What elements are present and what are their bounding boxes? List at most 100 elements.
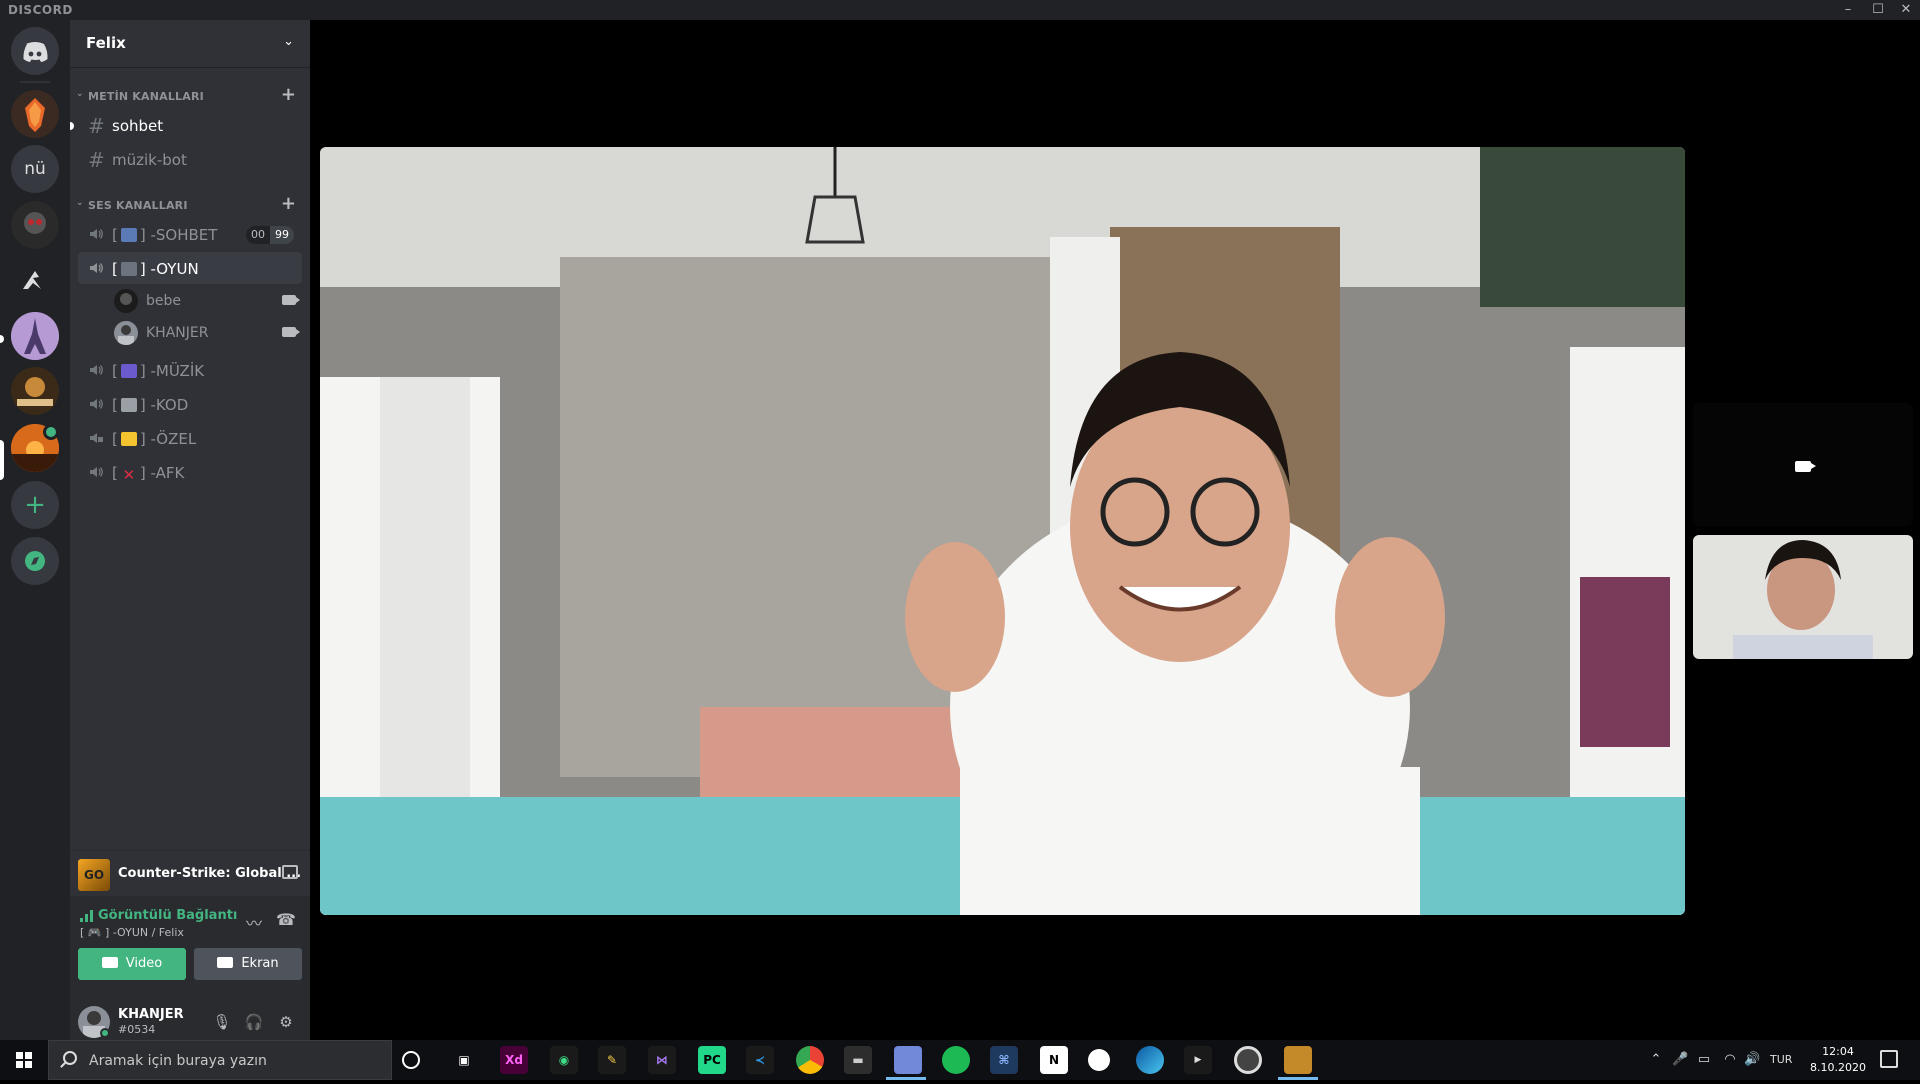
prime-video-icon[interactable]: ▶ <box>1184 1046 1212 1074</box>
voice-channel-oyun[interactable]: [] -OYUN <box>78 252 302 284</box>
maximize-button[interactable]: ☐ <box>1864 0 1892 20</box>
adobe-xd-icon[interactable]: Xd <box>500 1046 528 1074</box>
channel-muzik-bot[interactable]: # müzik-bot <box>78 143 302 175</box>
explore-button[interactable] <box>11 537 59 585</box>
speaker-icon <box>90 229 103 239</box>
pycharm-icon[interactable]: PC <box>698 1046 726 1074</box>
chevron-up-icon[interactable]: ⌃ <box>1648 1052 1664 1068</box>
category-label: SES KANALLARI <box>88 199 188 212</box>
notion-icon[interactable]: N <box>1040 1046 1068 1074</box>
unread-indicator <box>0 335 4 343</box>
create-channel-icon[interactable]: + <box>281 193 296 214</box>
video-tile-camera-off[interactable] <box>1693 403 1913 526</box>
chrome-icon[interactable] <box>796 1046 824 1074</box>
csgo-taskbar-icon[interactable] <box>1284 1046 1312 1074</box>
taskbar-search[interactable]: Aramak için buraya yazın <box>48 1040 392 1080</box>
user-limit-badge: 00 99 <box>246 226 294 244</box>
video-button[interactable]: Video <box>78 948 186 980</box>
mongodb-compass-icon[interactable] <box>1088 1049 1110 1071</box>
channel-sohbet[interactable]: # sohbet <box>78 109 302 141</box>
server-icon-paris[interactable] <box>11 312 59 360</box>
minimize-button[interactable]: – <box>1834 0 1862 20</box>
gitkraken-icon[interactable]: ◉ <box>550 1046 578 1074</box>
home-button[interactable] <box>11 27 59 75</box>
voice-user-bebe[interactable]: bebe <box>110 286 302 314</box>
disconnect-icon[interactable]: ☎ <box>276 910 296 929</box>
language-indicator[interactable]: TUR <box>1770 1053 1792 1066</box>
server-icon-legends[interactable] <box>11 367 59 415</box>
task-view-icon[interactable]: ▣ <box>450 1046 478 1074</box>
connection-status[interactable]: Görüntülü Bağlantı Ku <box>98 908 238 923</box>
chevron-down-icon: ⌄ <box>283 34 294 49</box>
visual-studio-icon[interactable]: ⋈ <box>648 1046 676 1074</box>
screen-share-icon <box>217 957 234 968</box>
channel-name: [] -OYUN <box>112 260 199 278</box>
start-button[interactable] <box>0 1040 48 1080</box>
channel-name: sohbet <box>112 117 164 135</box>
server-icon-nu[interactable]: nü <box>11 145 59 193</box>
add-server-button[interactable]: + <box>11 481 59 529</box>
channel-name: [] -ÖZEL <box>112 430 197 448</box>
speaker-icon <box>90 263 103 273</box>
voice-channel-sohbet[interactable]: [] -SOHBET 00 99 <box>78 218 302 250</box>
terminal-icon[interactable]: ▬ <box>844 1046 872 1074</box>
search-placeholder: Aramak için buraya yazın <box>89 1053 267 1069</box>
legends-logo-icon <box>11 367 59 415</box>
voice-user-khanjer[interactable]: KHANJER <box>110 318 302 346</box>
cortana-icon[interactable] <box>402 1051 420 1069</box>
server-rail: nü + <box>0 20 70 1040</box>
username[interactable]: KHANJER <box>118 1007 184 1022</box>
obs-icon[interactable] <box>1234 1046 1262 1074</box>
avatar <box>114 289 138 313</box>
volume-icon[interactable]: 🔊 <box>1744 1052 1760 1068</box>
headphones-icon[interactable]: 🎧 <box>244 1012 264 1032</box>
microphone-icon[interactable]: 🎤 <box>1672 1052 1688 1068</box>
android-studio-icon[interactable]: ✎ <box>598 1046 626 1074</box>
voice-channel-afk[interactable]: [✕] -AFK <box>78 456 302 488</box>
microphone-icon[interactable]: 🎙 <box>212 1012 232 1032</box>
close-button[interactable]: ✕ <box>1892 0 1920 20</box>
hops-icon <box>25 98 45 132</box>
compass-icon <box>25 551 45 571</box>
vscode-icon[interactable]: ≺ <box>746 1046 774 1074</box>
speaker-icon <box>90 365 103 375</box>
voice-channel-ozel[interactable]: [] -ÖZEL <box>78 422 302 454</box>
spotify-icon[interactable] <box>942 1046 970 1074</box>
screen-share-icon[interactable] <box>282 865 298 879</box>
gear-icon[interactable]: ⚙ <box>276 1012 296 1032</box>
lock-emoji-icon <box>120 432 137 446</box>
video-live-badge <box>43 424 59 440</box>
activity-panel[interactable]: GO Counter-Strike: Global ... <box>70 850 310 894</box>
edge-icon[interactable] <box>1136 1046 1164 1074</box>
channel-name: [✕] -AFK <box>112 464 185 484</box>
csgo-game-icon: GO <box>78 859 110 891</box>
voice-channel-muzik[interactable]: [] -MÜZİK <box>78 354 302 386</box>
text-category[interactable]: ⌄ METİN KANALLARI + <box>76 84 304 106</box>
self-video-tile[interactable] <box>1693 535 1913 659</box>
server-icon-hops[interactable] <box>11 90 59 138</box>
voice-category[interactable]: ⌄ SES KANALLARI + <box>76 193 304 215</box>
discord-logo-icon <box>23 42 48 62</box>
game-name: Counter-Strike: Global ... <box>118 866 302 881</box>
video-call-area <box>310 20 1920 1040</box>
discord-taskbar-icon[interactable] <box>894 1046 922 1074</box>
voice-channel-kod[interactable]: [] -KOD <box>78 388 302 420</box>
connection-channel[interactable]: [ 🎮 ] -OYUN / Felix <box>80 926 184 939</box>
avatar <box>114 321 138 345</box>
battery-icon[interactable]: ▭ <box>1696 1052 1712 1068</box>
screen-button-label: Ekran <box>241 956 279 971</box>
wifi-icon[interactable]: ◠ <box>1722 1052 1738 1068</box>
notification-center-icon[interactable] <box>1880 1050 1898 1068</box>
guild-header[interactable]: Felix ⌄ <box>70 20 310 68</box>
eiffel-tower-icon <box>11 312 59 360</box>
create-channel-icon[interactable]: + <box>281 84 296 105</box>
screen-button[interactable]: Ekran <box>194 948 302 980</box>
video-button-label: Video <box>125 956 163 971</box>
server-icon-dark[interactable] <box>11 201 59 249</box>
guild-name: Felix <box>86 34 126 52</box>
main-video-tile[interactable] <box>320 147 1685 915</box>
server-icon-a[interactable] <box>11 256 59 304</box>
noise-suppression-icon[interactable]: 〰 <box>244 910 264 933</box>
clock[interactable]: 12:04 8.10.2020 <box>1806 1044 1870 1076</box>
ssms-icon[interactable]: ⌘ <box>990 1046 1018 1074</box>
